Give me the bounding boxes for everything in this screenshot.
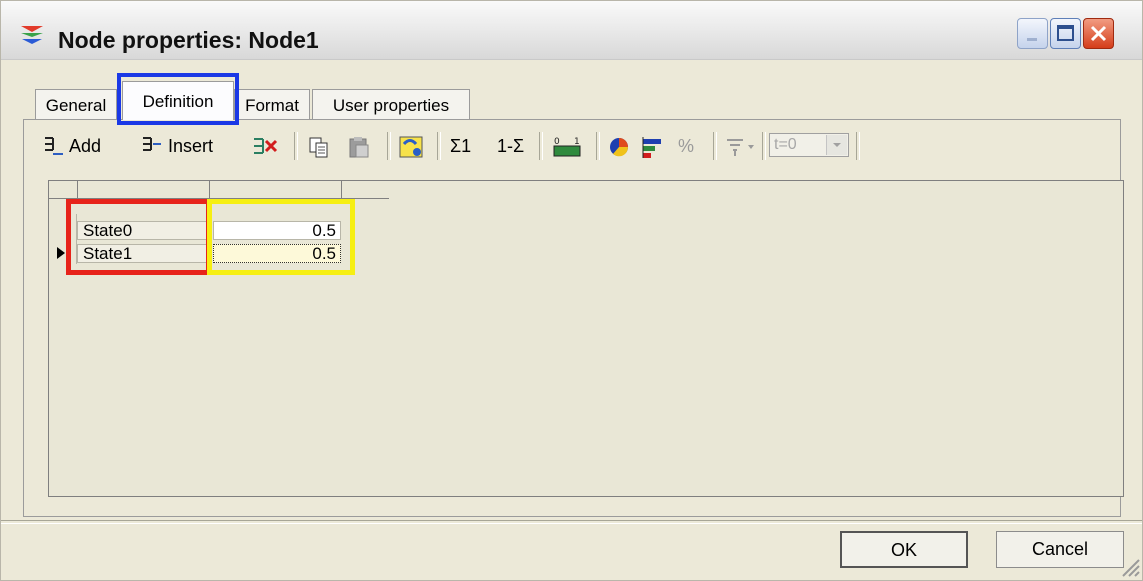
footer-divider: [1, 520, 1142, 524]
normalize-button[interactable]: Σ1: [450, 132, 471, 160]
time-select-box: t=0: [769, 133, 849, 157]
definition-toolbar: Add Insert Σ1 1-Σ 01 % t=0: [31, 128, 1111, 164]
tab-user-properties-label: User properties: [332, 96, 450, 115]
toolbar-separator: [437, 132, 441, 160]
time-select-dropdown[interactable]: [826, 135, 847, 155]
filter-button[interactable]: [724, 132, 758, 160]
close-button[interactable]: [1083, 18, 1114, 49]
copy-icon: [309, 137, 328, 158]
time-select-value: t=0: [774, 136, 797, 153]
delete-row-icon: [254, 138, 278, 155]
bar-chart-button[interactable]: [641, 132, 667, 160]
definition-grid[interactable]: [48, 180, 1124, 497]
grid-header-divider: [341, 181, 342, 198]
ok-label: OK: [890, 540, 917, 560]
bar-chart-icon: [642, 137, 661, 159]
tab-format-label: Format: [245, 96, 299, 115]
cancel-button[interactable]: Cancel: [996, 531, 1124, 568]
state-name: State0: [83, 221, 133, 240]
state-name-cell[interactable]: State1: [77, 244, 207, 263]
ok-button[interactable]: OK: [840, 531, 968, 568]
maximize-icon: [1057, 25, 1074, 41]
insert-row-icon: [143, 137, 161, 152]
toolbar-separator: [713, 132, 717, 160]
toolbar-separator: [762, 132, 766, 160]
probability-cell[interactable]: 0.5: [213, 221, 341, 240]
grid-header-divider: [209, 181, 210, 198]
cancel-label: Cancel: [1031, 539, 1089, 559]
delete-row-button[interactable]: [251, 132, 279, 160]
toolbar-separator: [856, 132, 860, 160]
add-row-icon: [45, 137, 63, 156]
node-properties-dialog: Node properties: Node1 General Definitio…: [0, 0, 1143, 581]
minimize-button[interactable]: [1017, 18, 1048, 49]
resize-grip-icon[interactable]: [1119, 556, 1141, 578]
chevron-down-icon: [833, 143, 841, 147]
tab-definition[interactable]: Definition: [122, 81, 234, 120]
filter-icon: [727, 139, 754, 157]
copy-button[interactable]: [308, 132, 330, 160]
complement-label: 1-Σ: [497, 136, 525, 156]
tab-general[interactable]: General: [35, 89, 117, 119]
pie-chart-button[interactable]: [607, 132, 633, 160]
toolbar-separator: [294, 132, 298, 160]
tab-definition-label: Definition: [142, 92, 214, 111]
percent-label: %: [678, 136, 695, 156]
state-name-cell[interactable]: State0: [77, 221, 207, 240]
app-icon: [21, 26, 43, 44]
randomize-button[interactable]: [397, 132, 427, 160]
probability-value: 0.5: [312, 221, 336, 240]
title-bar[interactable]: Node properties: Node1: [1, 1, 1142, 60]
complement-button[interactable]: 1-Σ: [497, 132, 524, 160]
current-row-indicator-icon: [57, 247, 65, 259]
time-select[interactable]: t=0: [769, 133, 849, 161]
add-label: Add: [69, 136, 102, 156]
probability-bar-icon: 01: [553, 137, 581, 157]
minimize-icon: [1027, 38, 1037, 41]
window-title: Node properties: Node1: [58, 27, 319, 53]
paste-button[interactable]: [348, 132, 370, 160]
percent-button[interactable]: %: [678, 132, 694, 160]
insert-label: Insert: [168, 136, 214, 156]
normalize-label: Σ1: [450, 136, 472, 156]
pie-chart-icon: [610, 138, 629, 157]
probability-value: 0.5: [312, 244, 336, 263]
probability-cell-selected[interactable]: 0.5: [213, 244, 341, 263]
close-icon: [1090, 25, 1107, 42]
insert-button[interactable]: Insert: [139, 132, 213, 160]
toolbar-separator: [596, 132, 600, 160]
grid-header-bottom: [49, 198, 389, 199]
tab-format[interactable]: Format: [234, 89, 310, 119]
add-button[interactable]: Add: [41, 132, 101, 160]
toolbar-separator: [387, 132, 391, 160]
toolbar-separator: [539, 132, 543, 160]
tab-user-properties[interactable]: User properties: [312, 89, 470, 119]
randomize-icon: [399, 136, 423, 158]
paste-icon: [349, 137, 369, 158]
maximize-button[interactable]: [1050, 18, 1081, 49]
grid-header-divider: [77, 181, 78, 198]
probability-bar-button[interactable]: 01: [552, 132, 582, 160]
tab-general-label: General: [45, 96, 107, 115]
state-name: State1: [83, 244, 133, 263]
